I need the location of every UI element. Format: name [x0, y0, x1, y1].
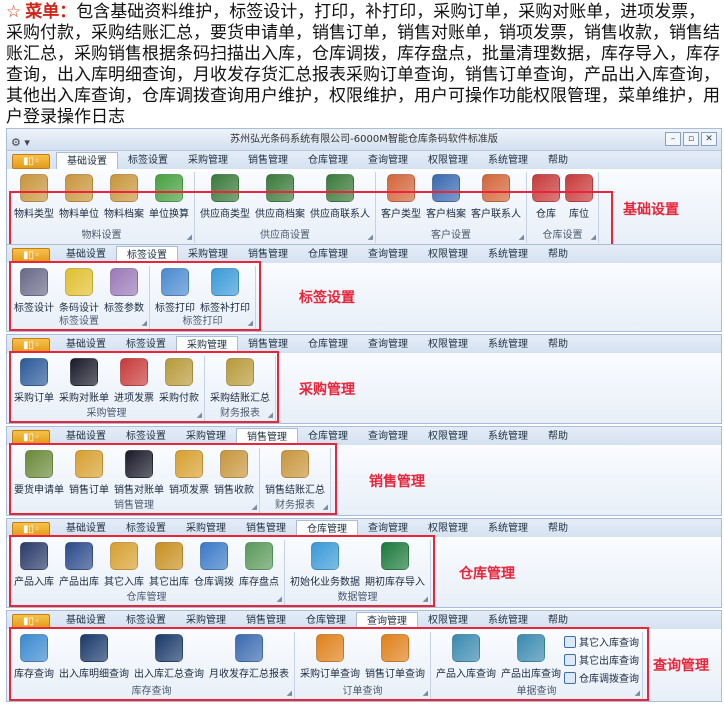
ribbon-window-5: ▮▯◦ 基础设置 标签设置 采购管理 销售管理 仓库管理 查询管理 权限管理 系统管理 帮助 库存查…: [6, 610, 722, 702]
tab-4[interactable]: 仓库管理: [298, 336, 358, 353]
menu-description-text: 包含基础资料维护，标签设计，打印，补打印，采购订单，采购对账单，进项发票，采购付…: [6, 2, 720, 127]
highlight-box: [9, 627, 649, 701]
highlight-box: [9, 535, 435, 607]
tab-2[interactable]: 采购管理: [178, 152, 238, 169]
section-annotation: 基础设置: [623, 202, 679, 218]
tab-6[interactable]: 权限管理: [418, 152, 478, 169]
window-titlebar: ⚙ ▾ 苏州弘光条码系统有限公司-6000M智能仓库条码软件标准版 – ▫ ✕: [7, 129, 721, 151]
tab-8[interactable]: 帮助: [538, 336, 578, 353]
ribbon-window-2: ▮▯◦ 基础设置 标签设置 采购管理 销售管理 仓库管理 查询管理 权限管理 系统管理 帮助 采购订…: [6, 334, 722, 424]
tab-3[interactable]: 销售管理: [238, 152, 298, 169]
tab-6[interactable]: 权限管理: [418, 336, 478, 353]
highlight-box: [9, 443, 337, 515]
quick-access-icon[interactable]: ⚙ ▾: [11, 132, 30, 154]
maximize-icon[interactable]: ▫: [683, 132, 699, 146]
ribbon-window-3: ▮▯◦ 基础设置 标签设置 采购管理 销售管理 仓库管理 查询管理 权限管理 系统管理 帮助 要货申…: [6, 426, 722, 516]
tab-7[interactable]: 系统管理: [478, 152, 538, 169]
file-menu-button[interactable]: ▮▯◦: [12, 154, 50, 169]
tab-8[interactable]: 帮助: [538, 428, 578, 445]
tab-7[interactable]: 系统管理: [478, 520, 538, 537]
tab-4[interactable]: 仓库管理: [298, 152, 358, 169]
window-title: 苏州弘光条码系统有限公司-6000M智能仓库条码软件标准版: [230, 134, 498, 145]
section-annotation: 标签设置: [299, 290, 355, 306]
tab-7[interactable]: 系统管理: [478, 336, 538, 353]
tab-5[interactable]: 查询管理: [358, 152, 418, 169]
ribbon-window-1: ▮▯◦ 基础设置 标签设置 采购管理 销售管理 仓库管理 查询管理 权限管理 系统管理 帮助 标签设…: [6, 244, 722, 332]
tab-8[interactable]: 帮助: [538, 246, 578, 263]
menu-description: ☆ 菜单：包含基础资料维护，标签设计，打印，补打印，采购订单，采购对账单，进项发票…: [0, 0, 724, 127]
section-annotation: 采购管理: [299, 382, 355, 398]
tab-0[interactable]: 基础设置: [56, 152, 118, 169]
section-annotation: 查询管理: [653, 658, 709, 674]
tab-7[interactable]: 系统管理: [478, 428, 538, 445]
tab-8[interactable]: 帮助: [538, 152, 578, 169]
tab-5[interactable]: 查询管理: [358, 246, 418, 263]
minimize-icon[interactable]: –: [665, 132, 681, 146]
menu-heading: 菜单：: [25, 2, 77, 22]
tab-6[interactable]: 权限管理: [418, 246, 478, 263]
close-icon[interactable]: ✕: [701, 132, 717, 146]
tab-6[interactable]: 权限管理: [418, 428, 478, 445]
star-icon: ☆: [6, 2, 22, 22]
section-annotation: 仓库管理: [459, 566, 515, 582]
tab-5[interactable]: 查询管理: [358, 336, 418, 353]
tab-1[interactable]: 标签设置: [118, 152, 178, 169]
ribbon-window-4: ▮▯◦ 基础设置 标签设置 采购管理 销售管理 仓库管理 查询管理 权限管理 系统管理 帮助 产品入…: [6, 518, 722, 608]
highlight-box: [9, 261, 261, 331]
tab-7[interactable]: 系统管理: [478, 246, 538, 263]
tab-5[interactable]: 查询管理: [358, 428, 418, 445]
tab-8[interactable]: 帮助: [538, 520, 578, 537]
tab-4[interactable]: 仓库管理: [298, 246, 358, 263]
ribbon-window-0: ⚙ ▾ 苏州弘光条码系统有限公司-6000M智能仓库条码软件标准版 – ▫ ✕ ▮▯◦ 基础…: [6, 128, 722, 263]
ribbon-tabs: ▮▯◦ 基础设置 标签设置 采购管理 销售管理 仓库管理 查询管理 权限管理 系统管理 帮助: [7, 151, 721, 169]
highlight-box: [9, 351, 279, 423]
section-annotation: 销售管理: [369, 474, 425, 490]
